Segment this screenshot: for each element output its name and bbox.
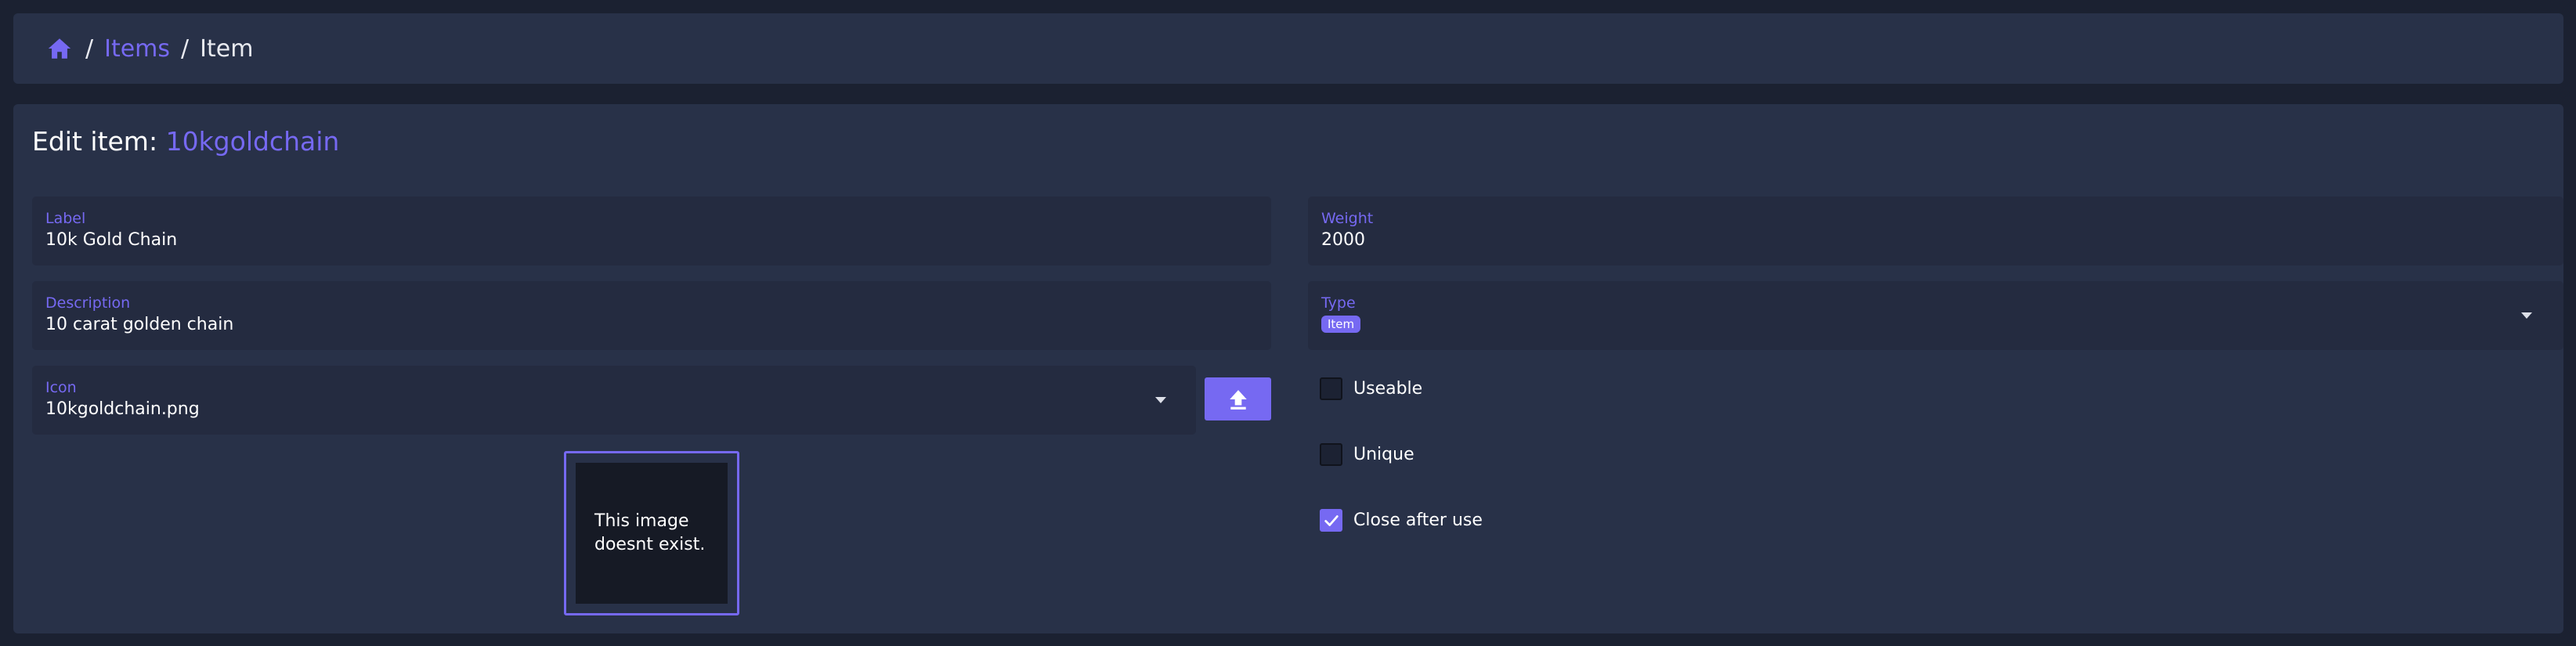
description-field[interactable]: Description 10 carat golden chain	[32, 281, 1271, 350]
close-after-use-checkbox[interactable]	[1320, 509, 1342, 532]
checkmark-icon	[1324, 514, 1339, 526]
useable-option[interactable]: Useable	[1320, 377, 1422, 400]
type-select-label: Type	[1321, 294, 1356, 312]
description-field-value: 10 carat golden chain	[45, 315, 234, 334]
page-title: Edit item: 10kgoldchain	[32, 126, 339, 157]
label-field[interactable]: Label 10k Gold Chain	[32, 197, 1271, 265]
upload-icon	[1229, 389, 1247, 410]
breadcrumb-current: Item	[200, 34, 254, 63]
chevron-down-icon	[2521, 312, 2532, 319]
useable-label: Useable	[1353, 379, 1423, 399]
icon-preview-placeholder: This image doesnt exist.	[576, 463, 728, 604]
icon-select-value: 10kgoldchain.png	[45, 399, 200, 419]
missing-image-message: This image doesnt exist.	[594, 511, 706, 554]
close-after-use-option[interactable]: Close after use	[1320, 509, 1483, 532]
page-title-prefix: Edit item:	[32, 126, 158, 157]
label-field-value: 10k Gold Chain	[45, 230, 178, 250]
unique-checkbox[interactable]	[1320, 443, 1342, 466]
breadcrumb-items-link[interactable]: Items	[104, 35, 170, 63]
breadcrumb-separator: /	[85, 34, 94, 63]
edit-item-card: Edit item: 10kgoldchain Label 10k Gold C…	[13, 104, 2563, 633]
type-select[interactable]: Type Item	[1308, 281, 2563, 350]
chevron-down-icon	[1155, 397, 1166, 403]
label-field-label: Label	[45, 210, 86, 227]
breadcrumb-separator: /	[181, 34, 190, 63]
weight-field-label: Weight	[1321, 210, 1374, 227]
unique-label: Unique	[1353, 445, 1414, 464]
icon-select-label: Icon	[45, 379, 77, 396]
close-after-use-label: Close after use	[1353, 511, 1483, 530]
weight-field-value: 2000	[1321, 230, 1365, 250]
icon-preview: This image doesnt exist.	[564, 451, 739, 615]
weight-field[interactable]: Weight 2000	[1308, 197, 2563, 265]
description-field-label: Description	[45, 294, 131, 312]
breadcrumb: / Items / Item	[13, 13, 2563, 84]
useable-checkbox[interactable]	[1320, 377, 1342, 400]
upload-icon-button[interactable]	[1205, 377, 1271, 420]
home-icon[interactable]	[46, 34, 74, 63]
icon-select[interactable]: Icon 10kgoldchain.png	[32, 366, 1196, 435]
type-badge: Item	[1321, 316, 1361, 333]
item-id: 10kgoldchain	[165, 126, 340, 157]
unique-option[interactable]: Unique	[1320, 443, 1414, 466]
